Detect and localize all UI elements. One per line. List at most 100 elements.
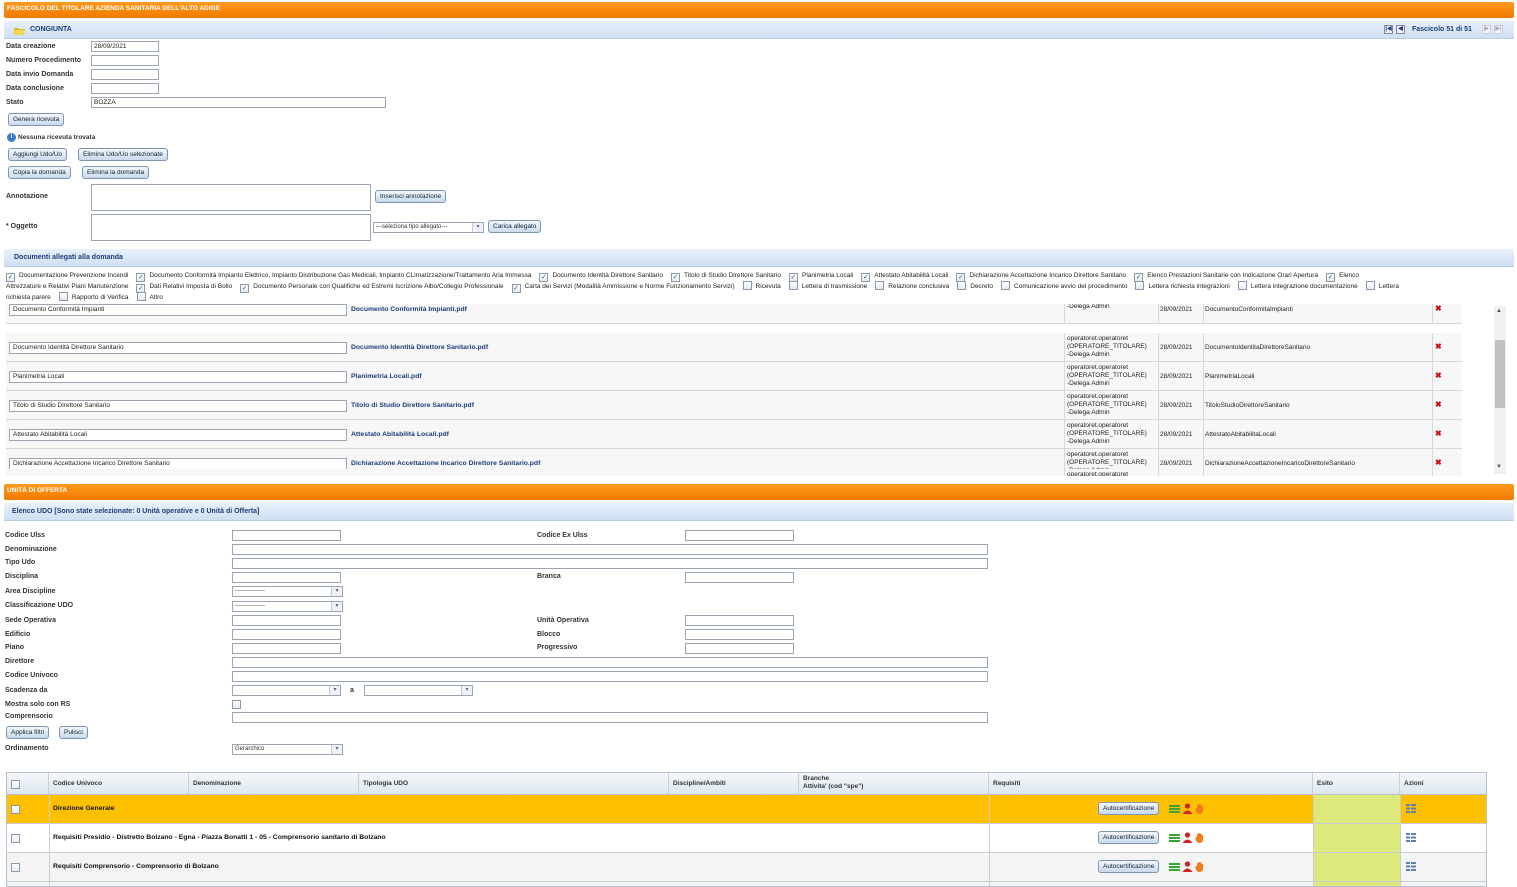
document-file-link[interactable]: Titolo di Studio Direttore Sanitario.pdf [351, 402, 474, 409]
classificazione-udo-select[interactable]: --------------- ▾ [232, 601, 343, 612]
genera-ricevuta-button[interactable]: Genera ricevuta [8, 113, 65, 126]
data-invio-input[interactable] [91, 69, 159, 80]
udo-row[interactable]: Requisiti Presidio - Distretto Bolzano -… [7, 824, 1486, 853]
document-file-link[interactable]: Documento Conformità Impianti.pdf [351, 306, 467, 313]
denominazione-input[interactable] [232, 544, 988, 555]
direttore-input[interactable] [232, 657, 988, 668]
disciplina-input[interactable] [232, 572, 341, 583]
delete-icon[interactable]: ✖ [1435, 342, 1442, 351]
udo-row-checkbox[interactable] [11, 805, 20, 814]
applica-filtri-button[interactable]: Applica filtri [6, 726, 50, 739]
carica-allegato-button[interactable]: Carica allegato [488, 220, 542, 233]
th-branche[interactable]: Branche Attivita' (cod "spe") [799, 773, 989, 795]
select-all-checkbox[interactable] [11, 780, 20, 789]
document-file-link[interactable]: Planimetria Locali.pdf [351, 373, 422, 380]
comprensorio-input[interactable] [232, 712, 988, 723]
document-type-checkbox[interactable] [875, 281, 885, 290]
scadenza-da-date[interactable]: ▾ [232, 685, 341, 696]
hand-icon[interactable] [1195, 803, 1205, 814]
document-type-checkbox[interactable]: ✓ [511, 284, 521, 293]
autocertificazione-button[interactable]: Autocertificazione [1098, 802, 1160, 815]
autocertificazione-button[interactable]: Autocertificazione [1098, 831, 1160, 844]
th-requisiti[interactable]: Requisiti [989, 773, 1313, 795]
udo-row[interactable]: Direzione Generale Autocertificazione [7, 795, 1486, 824]
document-type-input[interactable]: Attestato Abitabilità Locali [9, 429, 347, 441]
elimina-udo-button[interactable]: Elimina Udo/Uo selezionate [78, 148, 168, 161]
delete-icon[interactable]: ✖ [1435, 458, 1442, 467]
scroll-up-icon[interactable]: ▲ [1496, 308, 1502, 314]
mostra-rs-checkbox[interactable] [232, 700, 241, 709]
user-icon[interactable] [1182, 803, 1193, 814]
user-icon[interactable] [1182, 832, 1193, 843]
scadenza-a-date[interactable]: ▾ [364, 685, 473, 696]
first-page-icon[interactable]: |◀ [1384, 25, 1393, 34]
details-icon[interactable] [1406, 833, 1416, 842]
scrollbar-thumb[interactable] [1495, 340, 1505, 408]
annotazione-textarea[interactable] [91, 184, 371, 211]
edificio-input[interactable] [232, 629, 341, 640]
udo-row-checkbox[interactable] [11, 863, 20, 872]
hand-icon[interactable] [1195, 832, 1205, 843]
documenti-scrollbar[interactable]: ▲ ▼ [1494, 306, 1506, 474]
list-icon[interactable] [1169, 804, 1180, 814]
th-codice-univoco[interactable]: Codice Univoco [49, 773, 189, 795]
area-discipline-select[interactable]: --------------- ▾ [232, 586, 343, 597]
details-icon[interactable] [1406, 804, 1416, 813]
tipo-udo-input[interactable] [232, 558, 988, 569]
blocco-input[interactable] [685, 629, 794, 640]
stato-input[interactable]: BOZZA [91, 97, 386, 108]
unita-operativa-input[interactable] [685, 615, 794, 626]
prev-page-icon[interactable]: ◀ [1396, 25, 1405, 34]
document-type-checkbox[interactable] [788, 281, 798, 290]
data-creazione-input[interactable]: 28/09/2021 [91, 41, 159, 52]
user-icon[interactable] [1182, 861, 1193, 872]
document-type-checkbox[interactable]: ✓ [240, 284, 250, 293]
ordinamento-select[interactable]: Gerarchico ▾ [232, 744, 343, 755]
branca-input[interactable] [685, 572, 794, 583]
sede-operativa-input[interactable] [232, 615, 341, 626]
elimina-domanda-button[interactable]: Elimina la domanda [82, 166, 150, 179]
aggiungi-udo-button[interactable]: Aggiungi Udo/Uo [8, 148, 68, 161]
autocertificazione-button[interactable]: Autocertificazione [1098, 860, 1160, 873]
piano-input[interactable] [232, 643, 341, 654]
inserisci-annotazione-button[interactable]: Inserisci annotazione [375, 190, 447, 203]
th-tipologia[interactable]: Tipologia UDO [359, 773, 669, 795]
delete-icon[interactable]: ✖ [1435, 429, 1442, 438]
codice-univoco-input[interactable] [232, 671, 988, 682]
delete-icon[interactable]: ✖ [1435, 304, 1442, 313]
oggetto-textarea[interactable] [91, 214, 371, 241]
document-type-checkbox[interactable] [1135, 281, 1145, 290]
progressivo-input[interactable] [685, 643, 794, 654]
document-type-input[interactable]: Titolo di Studio Direttore Sanitario [9, 400, 347, 412]
udo-row[interactable]: Requisiti Comprensorio - Comprensorio di… [7, 853, 1486, 882]
document-type-checkbox[interactable] [1237, 281, 1247, 290]
copia-domanda-button[interactable]: Copia la domanda [8, 166, 71, 179]
hand-icon[interactable] [1195, 861, 1205, 872]
document-type-checkbox[interactable] [58, 292, 68, 301]
document-type-checkbox[interactable] [742, 281, 752, 290]
codice-ex-ulss-input[interactable] [685, 530, 794, 541]
th-esito[interactable]: Esito [1313, 773, 1400, 795]
document-file-link[interactable]: Attestato Abitabilità Locali.pdf [351, 431, 449, 438]
document-type-checkbox[interactable] [957, 281, 967, 290]
last-page-icon[interactable]: ▶| [1494, 25, 1503, 34]
list-icon[interactable] [1169, 862, 1180, 872]
document-type-input[interactable]: Planimetria Locali [9, 371, 347, 383]
document-type-input[interactable]: Documento Identità Direttore Sanitario [9, 342, 347, 354]
data-conclusione-input[interactable] [91, 83, 159, 94]
details-icon[interactable] [1406, 862, 1416, 871]
document-file-link[interactable]: Documento Identità Direttore Sanitario.p… [351, 344, 488, 351]
delete-icon[interactable]: ✖ [1435, 400, 1442, 409]
tipo-allegato-select[interactable]: ---seleziona tipo allegato--- ▾ [373, 222, 484, 233]
next-page-icon[interactable]: ▶ [1482, 25, 1491, 34]
th-azioni[interactable]: Azioni [1400, 773, 1486, 795]
th-discipline[interactable]: Discipline/Ambiti [669, 773, 799, 795]
udo-row-checkbox[interactable] [11, 834, 20, 843]
codice-ulss-input[interactable] [232, 530, 341, 541]
document-type-input[interactable]: Documento Conformità Impianti [9, 304, 347, 316]
document-file-link[interactable]: Dichiarazione Accettazione Incarico Dire… [351, 460, 540, 467]
document-type-checkbox[interactable] [136, 292, 146, 301]
delete-icon[interactable]: ✖ [1435, 371, 1442, 380]
document-type-checkbox[interactable] [1365, 281, 1375, 290]
th-denominazione[interactable]: Denominazione [189, 773, 359, 795]
